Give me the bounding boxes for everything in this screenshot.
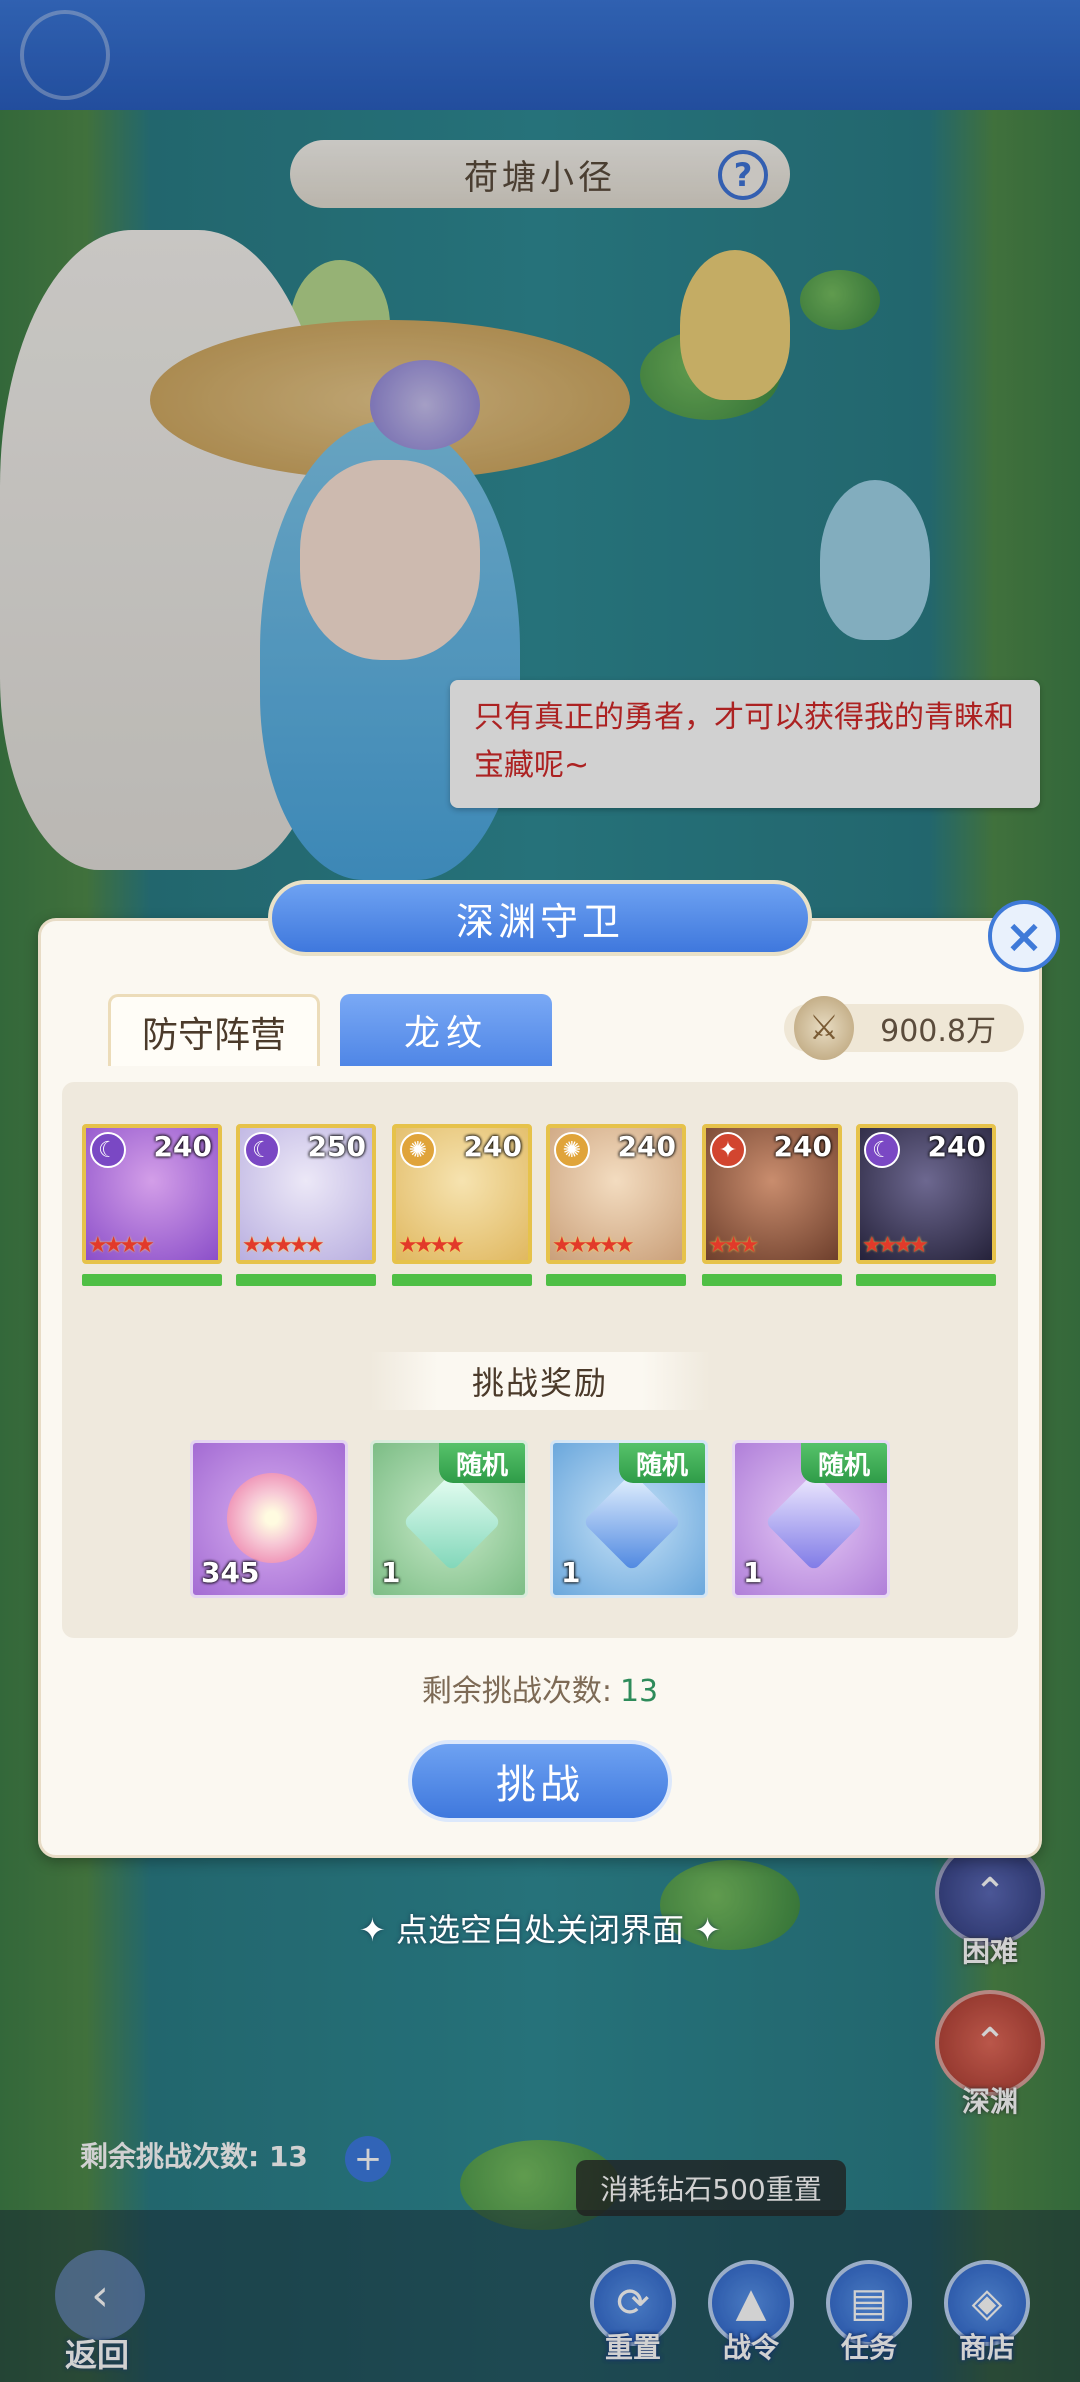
- power-sword-icon: ⚔: [794, 996, 854, 1060]
- hero-hp-bar: [702, 1274, 842, 1286]
- hero-hp-bar: [856, 1274, 996, 1286]
- hero-hp-bar: [392, 1274, 532, 1286]
- hero-portrait: ✦ 240 ★★★: [702, 1124, 842, 1264]
- hero-portrait: ☾ 250 ★★★★★: [236, 1124, 376, 1264]
- reward-item[interactable]: 随机 1: [370, 1440, 528, 1598]
- hero-slot[interactable]: ☾ 250 ★★★★★: [236, 1124, 376, 1286]
- hero-stars: ★★★★★: [552, 1233, 635, 1258]
- hero-stars: ★★★★: [862, 1233, 929, 1258]
- hero-hp-bar: [82, 1274, 222, 1286]
- moon-icon: ☾: [864, 1132, 900, 1168]
- green-crystal-icon: [402, 1472, 502, 1572]
- hero-stars: ★★★★★: [242, 1233, 325, 1258]
- sun-icon: ✺: [554, 1132, 590, 1168]
- hero-portrait: ✺ 240 ★★★★: [392, 1124, 532, 1264]
- hero-slot[interactable]: ☾ 240 ★★★★: [856, 1124, 996, 1286]
- hero-stars: ★★★: [708, 1233, 759, 1258]
- hero-slot[interactable]: ✦ 240 ★★★: [702, 1124, 842, 1286]
- reward-item[interactable]: 随机 1: [550, 1440, 708, 1598]
- hero-hp-bar: [236, 1274, 376, 1286]
- tab-defense-team[interactable]: 防守阵营: [108, 994, 320, 1066]
- hero-stars: ★★★★: [398, 1233, 465, 1258]
- moon-icon: ☾: [90, 1132, 126, 1168]
- tab-dragon-pattern[interactable]: 龙纹: [340, 994, 552, 1066]
- random-tag: 随机: [619, 1443, 705, 1483]
- moon-icon: ☾: [244, 1132, 280, 1168]
- hero-portrait: ☾ 240 ★★★★: [856, 1124, 996, 1264]
- sun-icon: ✺: [400, 1132, 436, 1168]
- fire-icon: ✦: [710, 1132, 746, 1168]
- remaining-challenges: 剩余挑战次数: 13: [421, 1674, 659, 1709]
- reward-item[interactable]: 随机 1: [732, 1440, 890, 1598]
- reward-item[interactable]: 345: [190, 1440, 348, 1598]
- flower-icon: [227, 1473, 317, 1563]
- dialog-title: 深渊守卫: [268, 880, 812, 956]
- hero-portrait: ✺ 240 ★★★★★: [546, 1124, 686, 1264]
- tap-to-close-hint: ✦ 点选空白处关闭界面 ✦: [359, 1911, 721, 1949]
- hero-portrait: ☾ 240 ★★★★: [82, 1124, 222, 1264]
- random-tag: 随机: [439, 1443, 525, 1483]
- hero-slot[interactable]: ☾ 240 ★★★★: [82, 1124, 222, 1286]
- hero-stars: ★★★★: [88, 1233, 155, 1258]
- hero-slot[interactable]: ✺ 240 ★★★★: [392, 1124, 532, 1286]
- hero-hp-bar: [546, 1274, 686, 1286]
- challenge-button[interactable]: 挑战: [408, 1740, 672, 1822]
- reward-title: 挑战奖励: [370, 1352, 710, 1410]
- blue-gem-icon: [582, 1472, 682, 1572]
- random-tag: 随机: [801, 1443, 887, 1483]
- close-icon[interactable]: ×: [988, 900, 1060, 972]
- hero-slot[interactable]: ✺ 240 ★★★★★: [546, 1124, 686, 1286]
- purple-gem-icon: [764, 1472, 864, 1572]
